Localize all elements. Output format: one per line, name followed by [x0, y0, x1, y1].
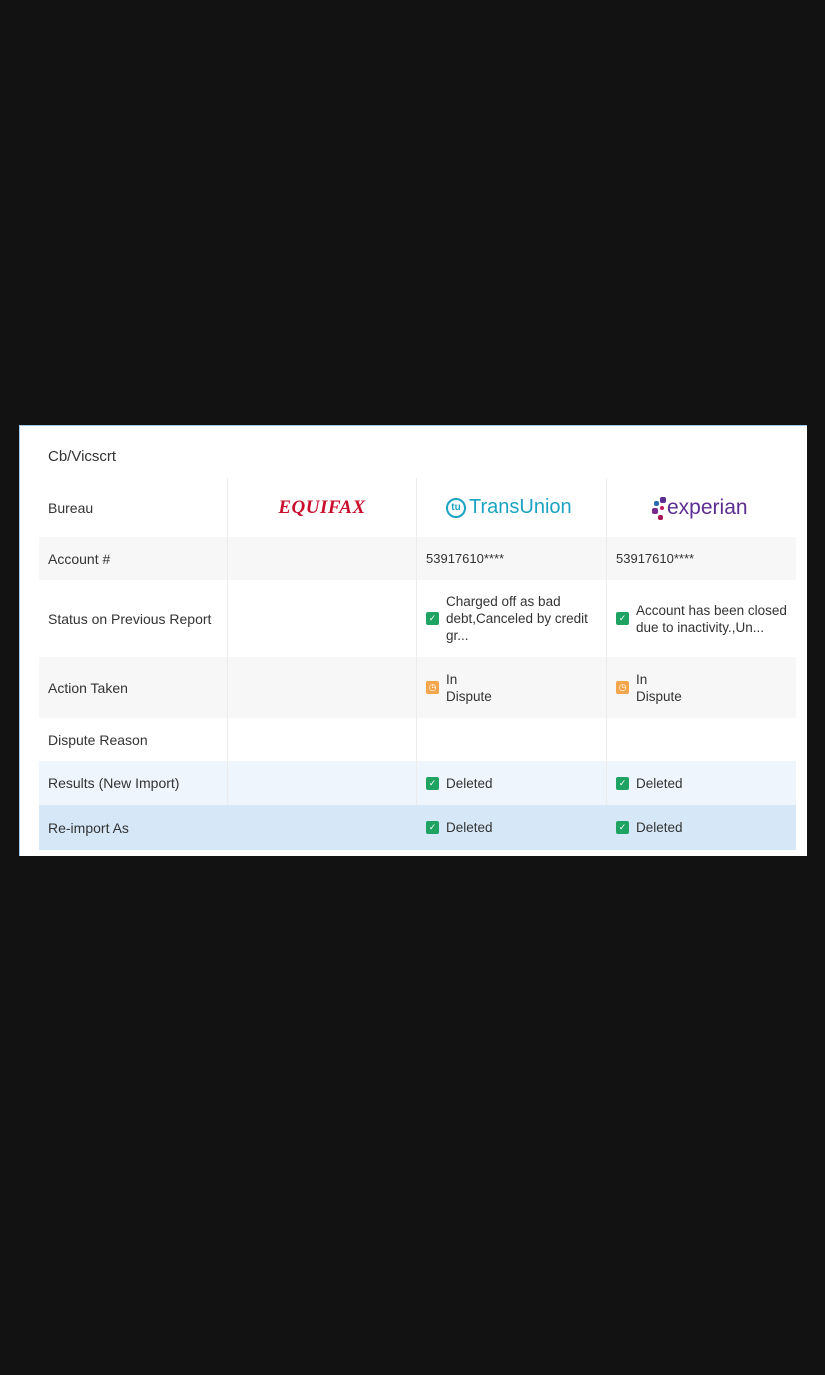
experian-account-cell: 53917610**** [607, 537, 796, 580]
creditor-name: Cb/Vicscrt [48, 448, 117, 465]
experian-results-text: Deleted [636, 775, 683, 791]
bureau-comparison-table: Bureau EQUIFAX tu TransUnion experian Ac… [39, 478, 796, 850]
transunion-account-number: 53917610**** [426, 551, 505, 566]
row-label-action: Action Taken [39, 657, 228, 718]
equifax-account-cell [228, 537, 417, 580]
row-label-reimport: Re-import As [48, 819, 129, 836]
transunion-wordmark: TransUnion [469, 496, 572, 518]
credit-report-panel: Cb/Vicscrt Bureau EQUIFAX tu TransUnion [19, 425, 807, 856]
equifax-cell: EQUIFAX [228, 478, 417, 537]
experian-results-cell: ✓ Deleted [607, 761, 796, 805]
experian-logo: experian [652, 493, 748, 523]
transunion-status-cell: ✓ Charged off as bad debt,Canceled by cr… [417, 580, 607, 657]
equifax-action-cell [228, 657, 417, 718]
table-row-dispute-reason: Dispute Reason [39, 718, 796, 761]
table-row-reimport[interactable]: Re-import As ✓ Deleted ✓ Deleted [39, 805, 796, 850]
table-row-bureau: Bureau EQUIFAX tu TransUnion experian [39, 478, 796, 537]
table-row-results: Results (New Import) ✓ Deleted ✓ Deleted [39, 761, 796, 805]
row-label-dispute-reason: Dispute Reason [39, 718, 228, 761]
equifax-dispute-cell [228, 718, 417, 761]
experian-status-text: Account has been closed due to inactivit… [636, 602, 787, 635]
check-icon: ✓ [426, 821, 439, 834]
table-row-account: Account # 53917610**** 53917610**** [39, 537, 796, 580]
experian-dispute-cell [607, 718, 796, 761]
row-label-bureau: Bureau [39, 478, 228, 537]
transunion-mark-icon: tu [446, 497, 466, 518]
pending-icon: ◷ [616, 681, 629, 694]
equifax-status-cell [228, 580, 417, 657]
transunion-results-text: Deleted [446, 775, 493, 791]
equifax-results-cell [228, 761, 417, 805]
check-icon: ✓ [426, 776, 439, 790]
experian-status-cell: ✓ Account has been closed due to inactiv… [607, 580, 796, 657]
transunion-cell: tu TransUnion [417, 478, 607, 537]
check-icon: ✓ [426, 612, 439, 625]
transunion-action-text: In Dispute [446, 671, 492, 704]
transunion-account-cell: 53917610**** [417, 537, 607, 580]
experian-reimport-text: Deleted [636, 820, 683, 835]
experian-reimport-cell[interactable]: ✓ Deleted [607, 805, 796, 850]
row-label-status: Status on Previous Report [39, 580, 228, 657]
transunion-status-text: Charged off as bad debt,Canceled by cred… [446, 594, 588, 643]
experian-dots-icon [652, 493, 666, 523]
experian-action-cell: ◷ In Dispute [607, 657, 796, 718]
transunion-reimport-text: Deleted [446, 820, 493, 835]
experian-action-text: In Dispute [636, 671, 682, 704]
check-icon: ✓ [616, 821, 629, 834]
row-label-account: Account # [39, 537, 228, 580]
experian-cell: experian [607, 478, 796, 537]
table-row-action: Action Taken ◷ In Dispute ◷ In Dispute [39, 657, 796, 718]
row-label-results: Results (New Import) [39, 761, 228, 805]
transunion-reimport-cell[interactable]: ✓ Deleted [417, 805, 607, 850]
equifax-reimport-cell [228, 805, 417, 850]
transunion-action-cell: ◷ In Dispute [417, 657, 607, 718]
transunion-dispute-cell [417, 718, 607, 761]
experian-wordmark: experian [667, 495, 748, 519]
check-icon: ✓ [616, 776, 629, 790]
transunion-logo: tu TransUnion [446, 496, 572, 519]
table-row-status: Status on Previous Report ✓ Charged off … [39, 580, 796, 657]
transunion-results-cell: ✓ Deleted [417, 761, 607, 805]
pending-icon: ◷ [426, 681, 439, 694]
equifax-logo: EQUIFAX [278, 496, 366, 518]
check-icon: ✓ [616, 612, 629, 625]
experian-account-number: 53917610**** [616, 551, 695, 566]
